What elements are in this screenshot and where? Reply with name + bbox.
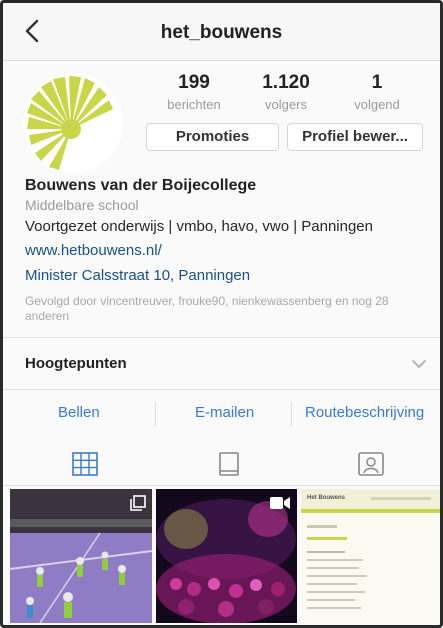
followed-by-text[interactable]: Gevolgd door vincentreuver, frouke90, ni… bbox=[25, 294, 425, 324]
post-thumbnail[interactable]: Het Bouwens bbox=[301, 489, 440, 623]
tagged-icon[interactable] bbox=[356, 449, 386, 479]
following-count: 1 bbox=[371, 72, 383, 93]
bio-description: Voortgezet onderwijs | vmbo, havo, vwo |… bbox=[25, 218, 373, 235]
profile-username: het_bouwens bbox=[160, 22, 283, 43]
post-grid: Het Bouwens bbox=[10, 489, 440, 623]
address-link[interactable]: Minister Calsstraat 10, Panningen bbox=[25, 267, 435, 284]
followers-stat[interactable]: 1.120 volgers bbox=[241, 72, 331, 112]
highlights-row[interactable]: Hoogtepunten bbox=[3, 343, 440, 388]
directions-button[interactable]: Routebeschrijving bbox=[305, 404, 424, 421]
followers-count: 1.120 bbox=[262, 72, 310, 93]
post-thumbnail[interactable] bbox=[10, 489, 152, 623]
edit-profile-button[interactable]: Profiel bewer... bbox=[287, 123, 423, 151]
profile-category: Middelbare school bbox=[25, 197, 139, 213]
contact-actions: Bellen E-mailen Routebeschrijving bbox=[3, 398, 440, 432]
avatar[interactable] bbox=[23, 73, 123, 173]
display-name: Bouwens van der Boijecollege bbox=[25, 177, 257, 194]
chevron-down-icon[interactable] bbox=[412, 359, 426, 369]
website-link[interactable]: www.hetbouwens.nl/ bbox=[25, 242, 435, 259]
call-button[interactable]: Bellen bbox=[58, 404, 100, 421]
promotions-button[interactable]: Promoties bbox=[146, 123, 279, 151]
multi-photo-icon bbox=[130, 495, 146, 511]
grid-icon[interactable] bbox=[70, 449, 100, 479]
following-label: volgend bbox=[354, 97, 400, 112]
profile-bio: Bouwens van der Boijecollege Middelbare … bbox=[25, 177, 435, 324]
divider bbox=[291, 402, 292, 426]
posts-stat[interactable]: 199 berichten bbox=[149, 72, 239, 112]
profile-tabs bbox=[3, 441, 440, 486]
website-heading: Het Bouwens bbox=[307, 495, 346, 501]
website-screenshot bbox=[301, 489, 440, 623]
divider bbox=[3, 389, 440, 390]
divider bbox=[3, 337, 440, 338]
profile-header: 199 berichten 1.120 volgers 1 volgend Pr… bbox=[3, 61, 440, 343]
top-nav-bar: het_bouwens bbox=[3, 3, 440, 61]
posts-count: 199 bbox=[178, 72, 210, 93]
followers-label: volgers bbox=[265, 97, 307, 112]
feed-icon[interactable] bbox=[214, 449, 244, 479]
posts-label: berichten bbox=[167, 97, 221, 112]
phone-screen: het_bouwens 199 berichten 1.120 volgers … bbox=[0, 0, 443, 628]
divider bbox=[155, 402, 156, 426]
email-button[interactable]: E-mailen bbox=[195, 404, 254, 421]
highlights-label: Hoogtepunten bbox=[25, 355, 127, 372]
video-icon bbox=[270, 497, 290, 509]
following-stat[interactable]: 1 volgend bbox=[332, 72, 422, 112]
school-logo-icon bbox=[23, 73, 123, 173]
post-thumbnail[interactable] bbox=[156, 489, 297, 623]
